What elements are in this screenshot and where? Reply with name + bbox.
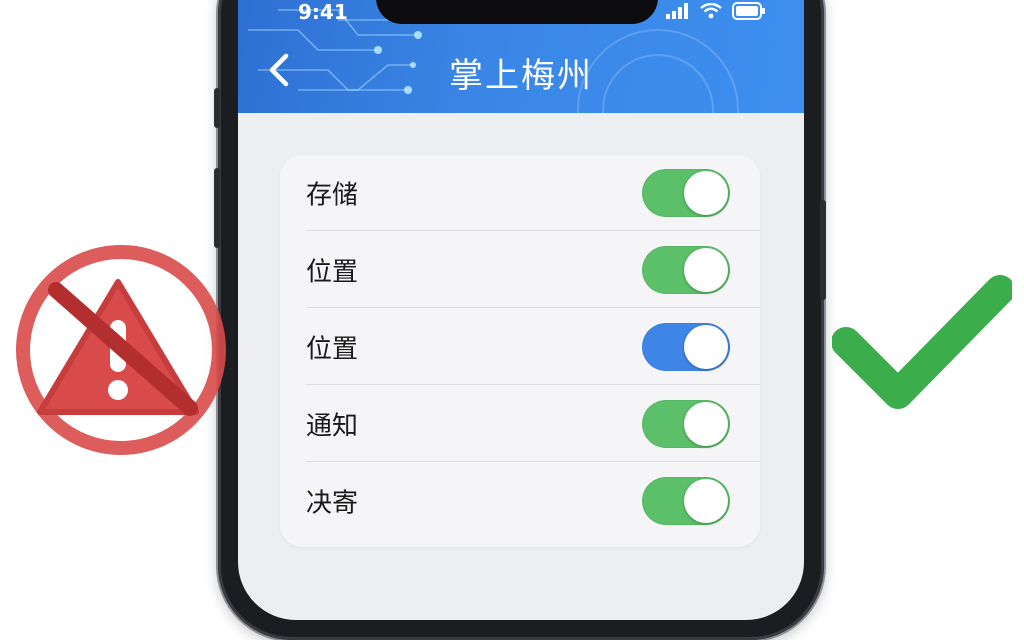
volume-up-button xyxy=(214,88,220,128)
status-time: 9:41 xyxy=(298,0,348,24)
status-icons xyxy=(666,2,766,20)
setting-label: 决寄 xyxy=(306,488,359,519)
volume-down-button xyxy=(214,168,220,248)
toggle-knob xyxy=(684,171,728,215)
prohibited-warning-icon xyxy=(16,245,226,455)
setting-row-last: 决寄 xyxy=(280,463,760,539)
setting-row-location: 位置 xyxy=(280,232,760,308)
toggle-knob xyxy=(684,325,728,369)
page-title: 掌上梅州 xyxy=(449,56,593,96)
setting-label: 存储 xyxy=(306,180,359,211)
notifications-toggle[interactable] xyxy=(642,400,730,448)
toggle-knob xyxy=(684,248,728,292)
battery-icon xyxy=(732,2,765,20)
setting-label: 通知 xyxy=(306,411,359,442)
divider xyxy=(306,384,760,385)
location-2-toggle[interactable] xyxy=(642,323,730,371)
setting-row-location-2: 位置 xyxy=(280,309,760,385)
divider xyxy=(306,230,760,231)
power-button xyxy=(820,200,826,300)
divider xyxy=(306,461,760,462)
notch xyxy=(376,0,658,24)
app-header: 9:41 掌上梅州 xyxy=(238,0,804,113)
toggle-knob xyxy=(684,479,728,523)
setting-row-storage: 存储 xyxy=(280,155,760,231)
toggle-knob xyxy=(684,402,728,446)
setting-label: 位置 xyxy=(306,334,359,365)
last-setting-toggle[interactable] xyxy=(642,477,730,525)
setting-label: 位置 xyxy=(306,257,359,288)
location-toggle[interactable] xyxy=(642,246,730,294)
divider xyxy=(306,307,760,308)
signal-icon xyxy=(666,3,688,19)
wifi-icon xyxy=(700,3,722,19)
setting-row-notifications: 通知 xyxy=(280,386,760,462)
phone-screen: 9:41 掌上梅州 存储 位置 位置 通知 决寄 xyxy=(238,0,804,620)
checkmark-icon xyxy=(832,275,1012,409)
storage-toggle[interactable] xyxy=(642,169,730,217)
settings-card: 存储 位置 位置 通知 决寄 xyxy=(280,155,760,547)
